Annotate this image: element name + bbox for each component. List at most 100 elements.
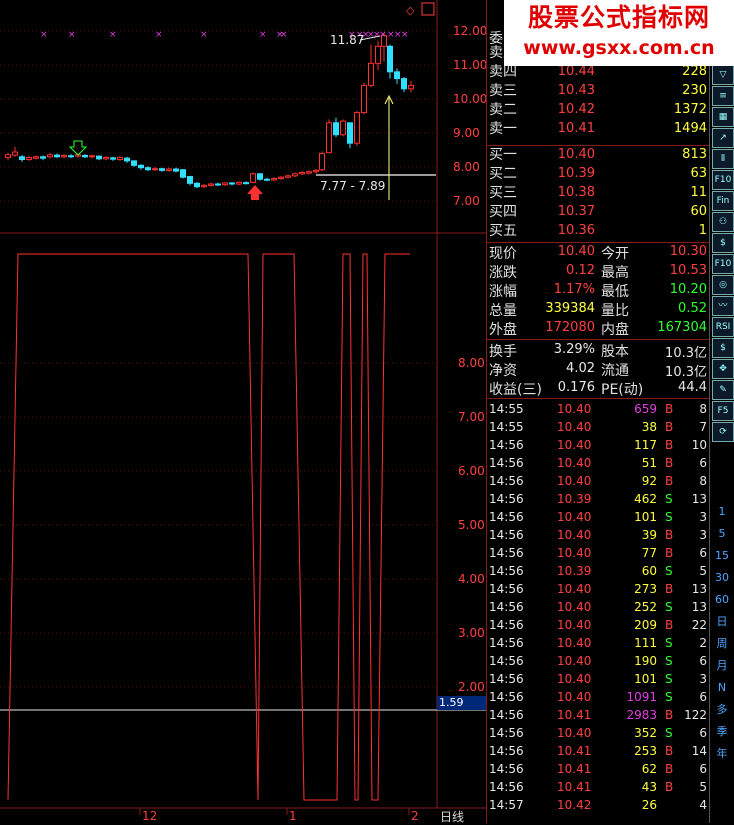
tick-price: 10.41 <box>557 780 592 794</box>
price-axis-label: 12.00 <box>453 24 486 38</box>
tick-row[interactable]: 14:56 10.40 117 B 10 <box>487 436 709 454</box>
price-axis-label: 8.00 <box>453 160 480 174</box>
period-2-button[interactable]: 5 <box>712 525 732 543</box>
grid-icon[interactable]: ▦ <box>712 107 734 127</box>
pencil-icon[interactable]: ✎ <box>712 380 734 400</box>
order-book-row: 卖二 10.42 1372 <box>487 101 709 119</box>
tick-volume: 92 <box>641 474 657 488</box>
quote-value: 167304 <box>657 320 707 335</box>
order-book-price: 10.38 <box>557 185 595 200</box>
tick-row[interactable]: 14:57 10.42 26 4 <box>487 796 709 814</box>
tick-row[interactable]: 14:55 10.40 659 B 8 <box>487 400 709 418</box>
quote-divider <box>487 339 709 340</box>
tick-count: 8 <box>699 474 707 488</box>
tick-row[interactable]: 14:56 10.40 209 B 22 <box>487 616 709 634</box>
tick-row[interactable]: 14:56 10.41 62 B 6 <box>487 760 709 778</box>
tick-side: B <box>665 780 674 794</box>
indicator-axis-label: 3.00 <box>458 626 485 640</box>
tick-row[interactable]: 14:56 10.40 252 S 13 <box>487 598 709 616</box>
candle-body <box>152 168 158 171</box>
tick-row[interactable]: 14:56 10.40 190 S 6 <box>487 652 709 670</box>
candle-body <box>368 62 374 86</box>
people-icon[interactable]: ⚇ <box>712 212 734 232</box>
time-axis-label: 1 <box>289 809 297 823</box>
tick-row[interactable]: 14:56 10.39 462 S 13 <box>487 490 709 508</box>
period-10-button[interactable]: 多 <box>712 701 732 719</box>
tick-row[interactable]: 14:56 10.40 39 B 3 <box>487 526 709 544</box>
f10b-icon[interactable]: F10 <box>712 254 734 274</box>
candle-body <box>354 112 360 144</box>
tick-row[interactable]: 14:56 10.40 77 B 6 <box>487 544 709 562</box>
period-6-button[interactable]: 日 <box>712 613 732 631</box>
tick-side: B <box>665 582 674 596</box>
period-3-button[interactable]: 15 <box>712 547 732 565</box>
scroll-down-icon[interactable]: ▽ <box>712 65 734 85</box>
period-7-button[interactable]: 周 <box>712 635 732 653</box>
period-9-button[interactable]: N <box>712 679 732 697</box>
list-icon[interactable]: ≡ <box>712 86 734 106</box>
tick-row[interactable]: 14:56 10.40 51 B 6 <box>487 454 709 472</box>
tick-row[interactable]: 14:56 10.40 352 S 6 <box>487 724 709 742</box>
tick-row[interactable]: 14:56 10.41 253 B 14 <box>487 742 709 760</box>
period-1-button[interactable]: 1 <box>712 503 732 521</box>
tick-count: 6 <box>699 456 707 470</box>
tick-row[interactable]: 14:56 10.40 101 S 3 <box>487 670 709 688</box>
move-icon[interactable]: ✥ <box>712 359 734 379</box>
dollar-icon[interactable]: $ <box>712 233 734 253</box>
tick-time: 14:56 <box>489 636 524 650</box>
signal-mark: × <box>401 30 409 40</box>
watermark-url: www.gsxx.com.cn <box>523 37 715 59</box>
right-toolbar: △▽≡▦↗⫴F10Fin⚇$F10◎〰RSI$✥✎F5⟳15153060日周月N… <box>709 0 734 823</box>
wave-icon[interactable]: 〰 <box>712 296 734 316</box>
period-12-button[interactable]: 年 <box>712 745 732 763</box>
period-label[interactable]: 日线 <box>440 808 464 825</box>
tick-row[interactable]: 14:56 10.41 43 B 5 <box>487 778 709 796</box>
kline-icon[interactable]: ⫴ <box>712 149 734 169</box>
tick-row[interactable]: 14:56 10.41 2983 B 122 <box>487 706 709 724</box>
tick-count: 2 <box>699 636 707 650</box>
tick-count: 14 <box>691 744 707 758</box>
period-4-button[interactable]: 30 <box>712 569 732 587</box>
tick-side: B <box>665 528 674 542</box>
order-book-row: 卖三 10.43 230 <box>487 82 709 100</box>
tick-time: 14:56 <box>489 726 524 740</box>
tick-price: 10.41 <box>557 744 592 758</box>
tick-price: 10.40 <box>557 600 592 614</box>
order-book-row: 买二 10.39 63 <box>487 165 709 183</box>
tick-row[interactable]: 14:56 10.40 273 B 13 <box>487 580 709 598</box>
period-11-button[interactable]: 季 <box>712 723 732 741</box>
tick-row[interactable]: 14:56 10.40 1091 S 6 <box>487 688 709 706</box>
signal-mark: × <box>68 30 76 40</box>
rsi-icon[interactable]: RSI <box>712 317 734 337</box>
tick-row[interactable]: 14:55 10.40 38 B 7 <box>487 418 709 436</box>
tick-row[interactable]: 14:56 10.39 60 S 5 <box>487 562 709 580</box>
tick-time: 14:56 <box>489 708 524 722</box>
f10-icon[interactable]: F10 <box>712 170 734 190</box>
order-book-volume: 11 <box>690 185 707 200</box>
tick-volume: 352 <box>634 726 657 740</box>
period-5-button[interactable]: 60 <box>712 591 732 609</box>
trend-icon[interactable]: ↗ <box>712 128 734 148</box>
fin-icon[interactable]: Fin <box>712 191 734 211</box>
tick-row[interactable]: 14:56 10.40 101 S 3 <box>487 508 709 526</box>
tick-time: 14:56 <box>489 600 524 614</box>
order-book-volume: 1 <box>698 223 707 238</box>
tick-price: 10.40 <box>557 456 592 470</box>
target-icon[interactable]: ◎ <box>712 275 734 295</box>
f5-icon[interactable]: F5 <box>712 401 734 421</box>
kline-chart[interactable]: 12.0011.0010.009.008.007.00× × × × × × ×× × ××××… <box>0 0 486 823</box>
candle-body <box>271 178 277 181</box>
refresh-icon[interactable]: ⟳ <box>712 422 734 442</box>
period-8-button[interactable]: 月 <box>712 657 732 675</box>
tick-row[interactable]: 14:56 10.40 92 B 8 <box>487 472 709 490</box>
tick-price: 10.40 <box>557 672 592 686</box>
tick-row[interactable]: 14:56 10.40 111 S 2 <box>487 634 709 652</box>
chart-area[interactable]: 12.00 11.00 10.00 9.00 8.00 7.00 × × × × × × × × × × × × ×… <box>0 0 487 825</box>
candle-body <box>215 183 221 186</box>
quote-label: 外盘 <box>489 322 517 338</box>
quote-label: 涨跌 <box>489 265 517 281</box>
signal-mark: × <box>109 30 117 40</box>
tick-volume: 273 <box>634 582 657 596</box>
tick-side: B <box>665 546 674 560</box>
money-icon[interactable]: $ <box>712 338 734 358</box>
